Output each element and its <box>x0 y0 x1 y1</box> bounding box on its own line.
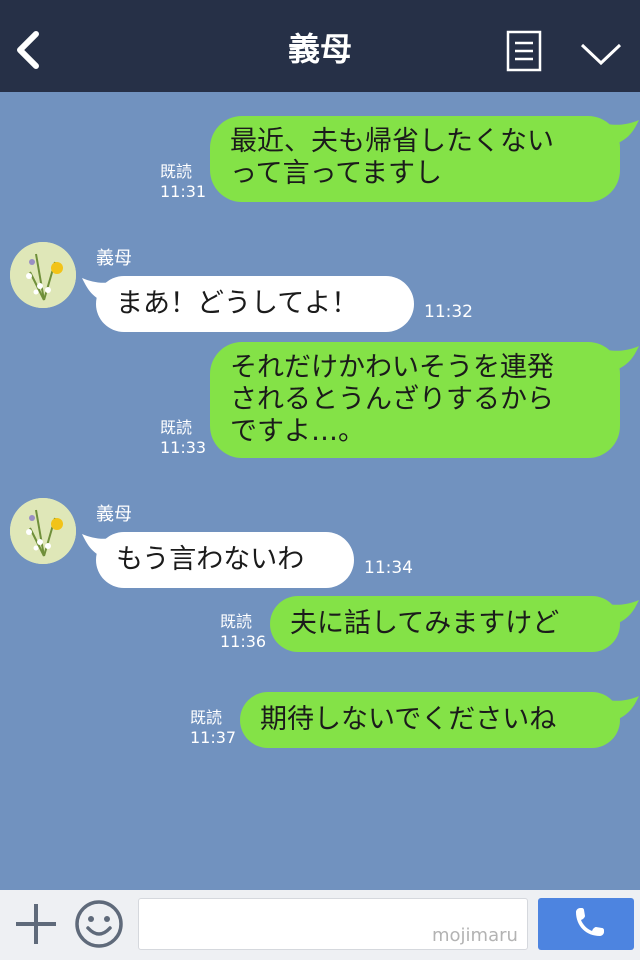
read-receipt: 既読 <box>160 418 193 437</box>
read-receipt: 既読 <box>190 708 223 727</box>
chevron-down-icon <box>580 43 622 66</box>
call-button[interactable] <box>538 898 634 950</box>
phone-icon <box>576 908 604 936</box>
sender-name: 義母 <box>96 248 132 269</box>
avatar[interactable] <box>10 498 76 564</box>
message-meta: 既読 11:36 <box>220 612 266 652</box>
read-receipt: 既読 <box>160 162 193 181</box>
plus-icon <box>16 904 56 944</box>
chat-header: 義母 <box>0 0 640 92</box>
message-bubble-outgoing[interactable]: 最近、夫も帰省したくない って言ってますし <box>210 116 620 202</box>
message-meta: 既読 11:33 <box>160 418 206 458</box>
chat-title: 義母 <box>287 30 352 68</box>
bubble-tail <box>608 696 639 720</box>
watermark-text: mojimaru <box>432 925 518 946</box>
avatar[interactable] <box>10 242 76 308</box>
expand-button[interactable] <box>578 40 624 68</box>
notes-icon <box>506 30 542 72</box>
message-bubble-incoming[interactable]: もう言わないわ <box>96 532 354 588</box>
message-time: 11:37 <box>190 728 237 747</box>
message-time: 11:36 <box>220 632 267 651</box>
message-meta: 既読 11:37 <box>190 708 236 748</box>
flower-avatar-image <box>10 242 76 308</box>
sender-name: 義母 <box>96 504 132 525</box>
message-bubble-outgoing[interactable]: それだけかわいそうを連発 されるとうんざりするから ですよ…。 <box>210 342 620 458</box>
message-bubble-incoming[interactable]: まあ！どうしてよ！ <box>96 276 414 332</box>
smiley-icon <box>75 900 123 948</box>
message-time: 11:31 <box>160 182 207 201</box>
flower-avatar-image <box>10 498 76 564</box>
notes-button[interactable] <box>506 30 542 72</box>
message-time: 11:34 <box>364 558 413 578</box>
sticker-button[interactable] <box>73 898 125 950</box>
message-bubble-outgoing[interactable]: 夫に話してみますけど <box>270 596 620 652</box>
bubble-tail <box>608 600 639 624</box>
message-meta: 既読 11:31 <box>160 162 206 202</box>
message-time: 11:32 <box>424 302 473 322</box>
bubble-tail <box>608 120 639 144</box>
message-bubble-outgoing[interactable]: 期待しないでくださいね <box>240 692 620 748</box>
read-receipt: 既読 <box>220 612 253 631</box>
bubble-tail <box>608 346 639 370</box>
chat-area[interactable]: 既読 11:31 最近、夫も帰省したくない って言ってますし 義母 まあ！どうし… <box>0 92 640 890</box>
add-button[interactable] <box>14 902 58 946</box>
message-time: 11:33 <box>160 438 207 457</box>
